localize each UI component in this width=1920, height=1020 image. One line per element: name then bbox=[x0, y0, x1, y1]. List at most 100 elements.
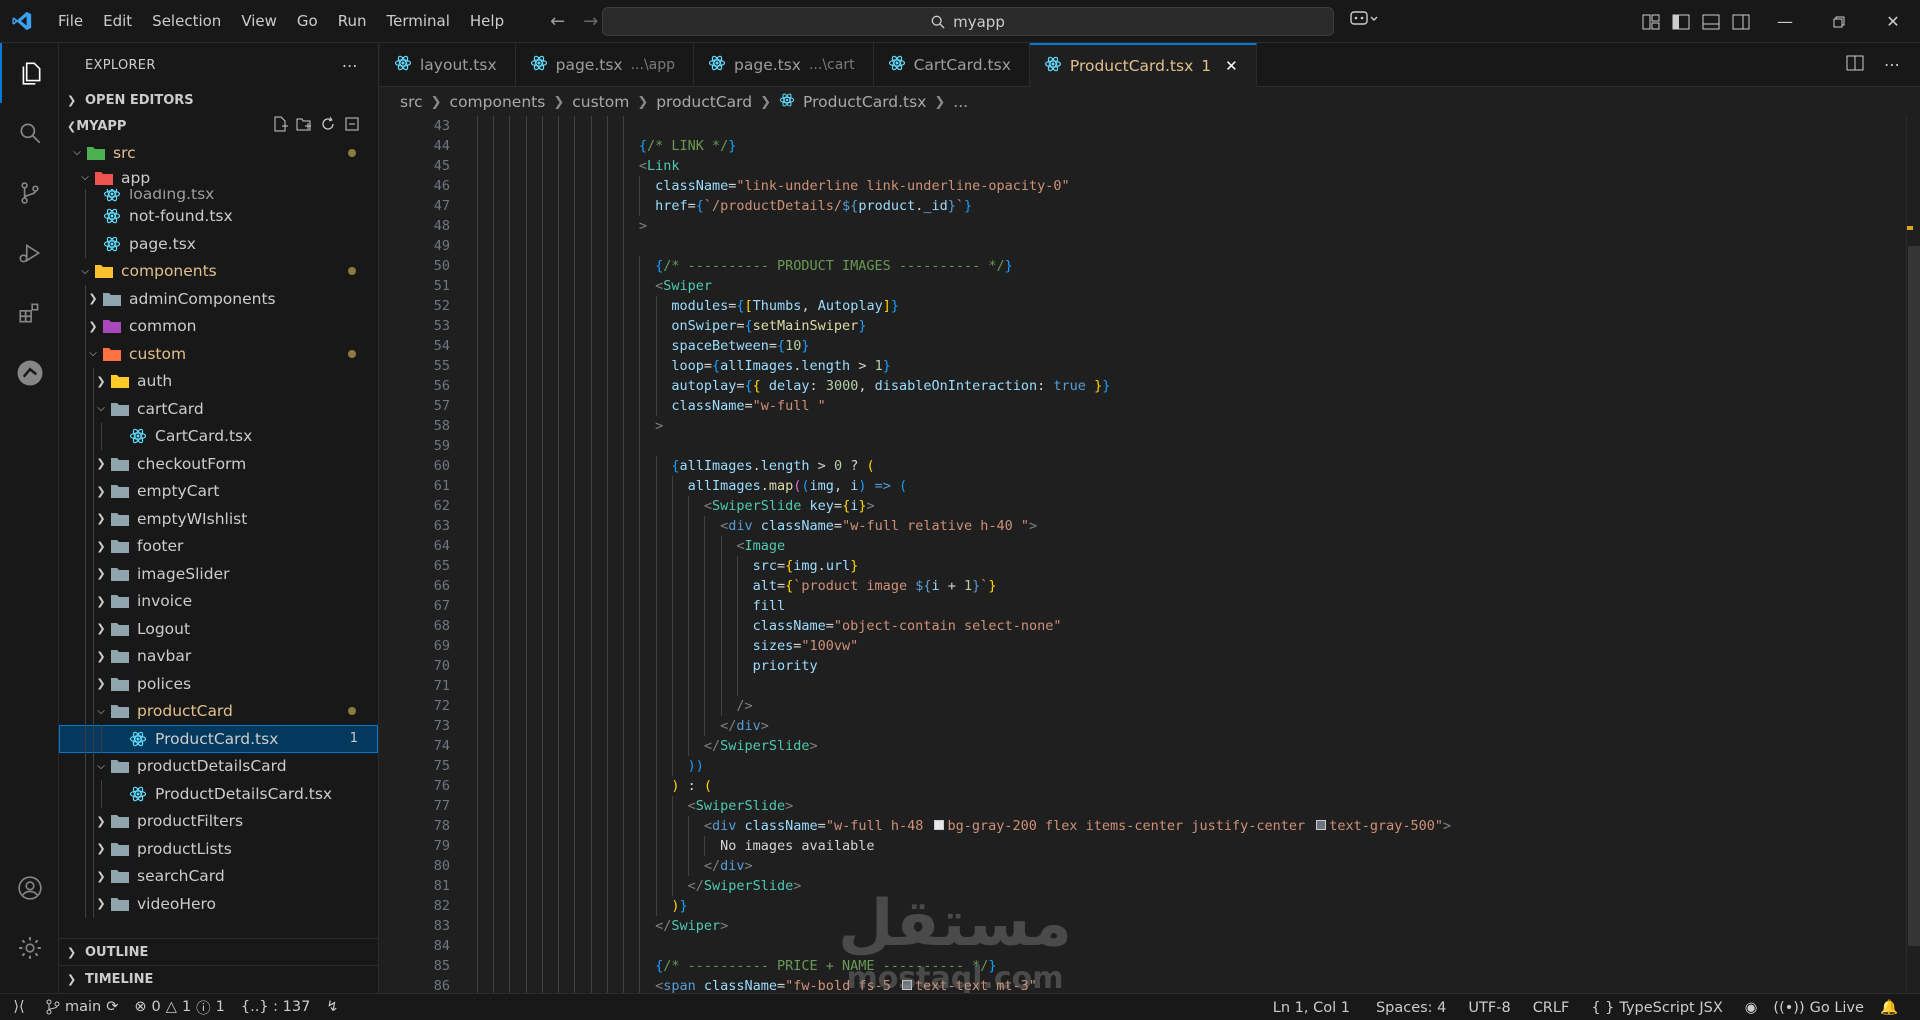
close-window-icon[interactable]: ✕ bbox=[1866, 0, 1920, 43]
tree-item-productcard[interactable]: ⌵ productCard bbox=[59, 697, 378, 725]
tree-item-navbar[interactable]: ❯ navbar bbox=[59, 642, 378, 670]
code-line[interactable]: fill bbox=[460, 596, 1880, 616]
indentation[interactable]: Spaces: 4 bbox=[1368, 1000, 1460, 1016]
toggle-primary-sidebar-icon[interactable] bbox=[1668, 0, 1694, 43]
code-line[interactable]: sizes="100vw" bbox=[460, 636, 1880, 656]
tab-cartcard-tsx[interactable]: CartCard.tsx bbox=[874, 43, 1030, 86]
breadcrumb-productcard[interactable]: productCard bbox=[656, 93, 752, 111]
tree-item-productcard-tsx[interactable]: ProductCard.tsx 1 bbox=[59, 725, 378, 753]
code-line[interactable]: </SwiperSlide> bbox=[460, 876, 1880, 896]
tree-item-admincomponents[interactable]: ❯ adminComponents bbox=[59, 285, 378, 313]
code-line[interactable]: <div className="w-full h-48 bg-gray-200 … bbox=[460, 816, 1880, 836]
menu-view[interactable]: View bbox=[231, 0, 287, 43]
breadcrumb-src[interactable]: src bbox=[400, 93, 423, 111]
tree-item-loading-tsx[interactable]: loading.tsx bbox=[59, 188, 378, 203]
tree-item-productfilters[interactable]: ❯ productFilters bbox=[59, 807, 378, 835]
code-line[interactable]: <Swiper bbox=[460, 276, 1880, 296]
code-line[interactable]: loop={allImages.length > 1} bbox=[460, 356, 1880, 376]
more-actions-icon[interactable]: ⋯ bbox=[342, 56, 358, 75]
tree-item-not-found-tsx[interactable]: not-found.tsx bbox=[59, 202, 378, 230]
timeline-section[interactable]: ❯ TIMELINE bbox=[59, 965, 378, 993]
tree-item-productdetailscard[interactable]: ⌵ productDetailsCard bbox=[59, 752, 378, 780]
line-ending[interactable]: CRLF bbox=[1525, 1000, 1584, 1016]
command-center-search[interactable]: myapp bbox=[602, 7, 1334, 36]
back-arrow-icon[interactable]: ← bbox=[550, 11, 565, 32]
run-debug-icon[interactable] bbox=[0, 223, 59, 283]
tree-item-logout[interactable]: ❯ Logout bbox=[59, 615, 378, 643]
copilot-status-icon[interactable]: ◉ bbox=[1737, 1000, 1766, 1016]
menu-go[interactable]: Go bbox=[287, 0, 328, 43]
code-line[interactable]: <div className="w-full relative h-40 "> bbox=[460, 516, 1880, 536]
code-line[interactable]: /> bbox=[460, 696, 1880, 716]
encoding[interactable]: UTF-8 bbox=[1460, 1000, 1524, 1016]
tree-item-checkoutform[interactable]: ❯ checkoutForm bbox=[59, 450, 378, 478]
branch-indicator[interactable]: main ⟳ bbox=[38, 999, 126, 1015]
breadcrumb-components[interactable]: components bbox=[450, 93, 546, 111]
code-line[interactable] bbox=[460, 676, 1880, 696]
code-line[interactable]: </Swiper> bbox=[460, 916, 1880, 936]
code-line[interactable]: allImages.map((img, i) => ( bbox=[460, 476, 1880, 496]
color-swatch[interactable] bbox=[1316, 820, 1327, 830]
code-line[interactable]: ) : ( bbox=[460, 776, 1880, 796]
tree-item-videohero[interactable]: ❯ videoHero bbox=[59, 890, 378, 918]
tree-item-imageslider[interactable]: ❯ imageSlider bbox=[59, 560, 378, 588]
outline-section[interactable]: ❯ OUTLINE bbox=[59, 938, 378, 966]
tree-item-src[interactable]: ⌵ src bbox=[59, 139, 378, 167]
tab-layout-tsx[interactable]: layout.tsx bbox=[380, 43, 516, 86]
settings-gear-icon[interactable] bbox=[0, 918, 59, 978]
menu-edit[interactable]: Edit bbox=[93, 0, 142, 43]
tree-item-invoice[interactable]: ❯ invoice bbox=[59, 587, 378, 615]
notifications-bell-icon[interactable]: 🔔 bbox=[1872, 999, 1906, 1016]
code-line[interactable]: > bbox=[460, 216, 1880, 236]
lightning-icon[interactable]: ↯ bbox=[318, 999, 346, 1015]
menu-file[interactable]: File bbox=[48, 0, 93, 43]
code-line[interactable]: <SwiperSlide> bbox=[460, 796, 1880, 816]
tree-item-searchcard[interactable]: ❯ searchCard bbox=[59, 862, 378, 890]
new-file-icon[interactable] bbox=[272, 116, 288, 136]
split-editor-icon[interactable] bbox=[1846, 55, 1864, 75]
code-line[interactable]: priority bbox=[460, 656, 1880, 676]
editor-scrollbar[interactable] bbox=[1906, 116, 1920, 993]
tree-item-page-tsx[interactable]: page.tsx bbox=[59, 230, 378, 258]
source-control-icon[interactable] bbox=[0, 163, 59, 223]
sync-icon[interactable]: ⟳ bbox=[106, 999, 118, 1015]
code-line[interactable]: autoplay={{ delay: 3000, disableOnIntera… bbox=[460, 376, 1880, 396]
new-folder-icon[interactable] bbox=[296, 116, 312, 136]
tree-item-app[interactable]: ⌵ app bbox=[59, 167, 378, 189]
code-line[interactable]: {/* LINK */} bbox=[460, 136, 1880, 156]
breadcrumb-custom[interactable]: custom bbox=[572, 93, 629, 111]
copilot-icon[interactable] bbox=[1350, 10, 1378, 32]
tab-page-tsx[interactable]: page.tsx ...\cart bbox=[694, 43, 874, 86]
code-line[interactable]: > bbox=[460, 416, 1880, 436]
code-line[interactable]: src={img.url} bbox=[460, 556, 1880, 576]
menu-terminal[interactable]: Terminal bbox=[377, 0, 460, 43]
remote-explorer-icon[interactable] bbox=[0, 343, 59, 403]
code-line[interactable]: {allImages.length > 0 ? ( bbox=[460, 456, 1880, 476]
tree-item-cartcard[interactable]: ⌵ cartCard bbox=[59, 395, 378, 423]
tree-item-cartcard-tsx[interactable]: CartCard.tsx bbox=[59, 422, 378, 450]
code-line[interactable]: onSwiper={setMainSwiper} bbox=[460, 316, 1880, 336]
code-line[interactable]: className="link-underline link-underline… bbox=[460, 176, 1880, 196]
code-editor[interactable]: 43 44 45 46 47 48 49 50 51 52 53 54 55 56 57 58 59 60 61 62… bbox=[380, 116, 1920, 993]
code-line[interactable]: </SwiperSlide> bbox=[460, 736, 1880, 756]
tree-item-emptycart[interactable]: ❯ emptyCart bbox=[59, 477, 378, 505]
menu-run[interactable]: Run bbox=[328, 0, 377, 43]
toggle-panel-icon[interactable] bbox=[1698, 0, 1724, 43]
scrollbar-thumb[interactable] bbox=[1908, 246, 1920, 946]
code-line[interactable]: )} bbox=[460, 896, 1880, 916]
menu-selection[interactable]: Selection bbox=[142, 0, 231, 43]
breadcrumb-symbol[interactable]: ... bbox=[953, 93, 968, 111]
tab-page-tsx[interactable]: page.tsx ...\app bbox=[516, 43, 695, 86]
more-actions-icon[interactable]: ⋯ bbox=[1884, 55, 1900, 74]
color-swatch[interactable] bbox=[934, 820, 945, 830]
tab-productcard-tsx[interactable]: ProductCard.tsx 1 ✕ bbox=[1029, 43, 1257, 87]
code-line[interactable]: href={`/productDetails/${product._id}`} bbox=[460, 196, 1880, 216]
code-line[interactable]: alt={`product image ${i + 1}`} bbox=[460, 576, 1880, 596]
minimize-icon[interactable]: — bbox=[1758, 0, 1812, 43]
code-line[interactable]: <Link bbox=[460, 156, 1880, 176]
restore-icon[interactable] bbox=[1812, 0, 1866, 43]
breadcrumb-file[interactable]: ProductCard.tsx bbox=[803, 93, 926, 111]
extensions-icon[interactable] bbox=[0, 283, 59, 343]
code-line[interactable] bbox=[460, 236, 1880, 256]
remote-indicator-icon[interactable]: ⟩⟨ bbox=[0, 994, 38, 1020]
